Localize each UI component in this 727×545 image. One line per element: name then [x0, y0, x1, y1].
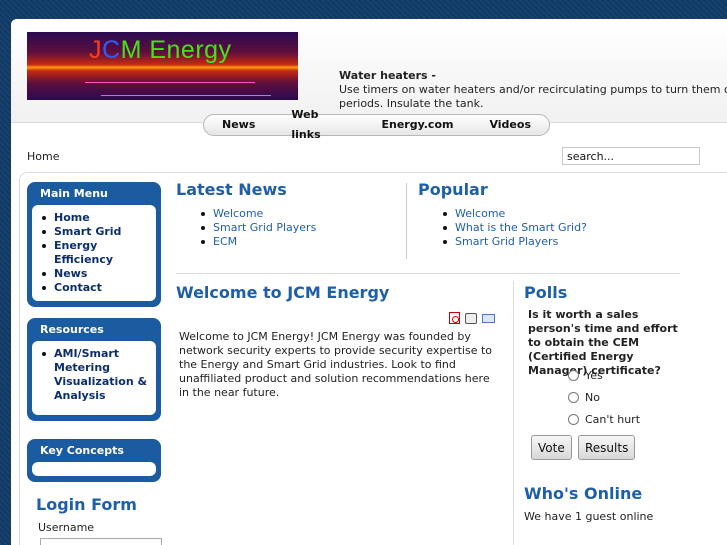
module-title: Main Menu: [40, 187, 108, 200]
news-link[interactable]: Smart Grid Players: [199, 221, 316, 235]
login-form-title: Login Form: [36, 495, 137, 514]
menu-item-news[interactable]: News: [40, 267, 150, 281]
menu-item-home[interactable]: Home: [40, 211, 150, 225]
email-icon[interactable]: [482, 314, 495, 323]
latest-news-list: Welcome Smart Grid Players ECM: [199, 207, 316, 249]
nav-energy-com[interactable]: Energy.com: [363, 115, 471, 135]
article-body: Welcome to JCM Energy! JCM Energy was fo…: [179, 330, 493, 399]
news-link[interactable]: Welcome: [199, 207, 316, 221]
menu-item-energy-efficiency[interactable]: Energy Efficiency: [40, 239, 150, 267]
popular-list: Welcome What is the Smart Grid? Smart Gr…: [441, 207, 587, 249]
resources-list: AMI/Smart Metering Visualization & Analy…: [40, 347, 150, 403]
resources-module: Resources AMI/Smart Metering Visualizati…: [27, 318, 161, 421]
key-concepts-module: Key Concepts: [27, 439, 161, 482]
module-body: Home Smart Grid Energy Efficiency News C…: [32, 205, 156, 301]
menu-item-contact[interactable]: Contact: [40, 281, 150, 295]
username-label: Username: [38, 521, 95, 534]
nav-web-links[interactable]: Web links: [273, 105, 363, 145]
resource-item[interactable]: AMI/Smart Metering Visualization & Analy…: [40, 347, 150, 403]
energy-tip: Water heaters - Use timers on water heat…: [339, 69, 727, 111]
tip-title: Water heaters -: [339, 69, 436, 82]
poll-question: Is it worth a sales person's time and ef…: [528, 308, 678, 377]
top-nav: News Web links Energy.com Videos: [203, 108, 550, 141]
site-logo[interactable]: JCM Energy: [27, 32, 298, 100]
main-menu-list: Home Smart Grid Energy Efficiency News C…: [40, 211, 150, 295]
polls-title: Polls: [524, 283, 568, 302]
main-menu-module: Main Menu Home Smart Grid Energy Efficie…: [27, 182, 161, 307]
whos-online-title: Who's Online: [524, 484, 643, 503]
popular-link[interactable]: Welcome: [441, 207, 587, 221]
tip-line: periods. Insulate the tank.: [339, 97, 484, 110]
popular-title: Popular: [418, 180, 488, 199]
module-title: Resources: [40, 323, 104, 336]
radio-button[interactable]: [568, 370, 579, 381]
nav-news[interactable]: News: [204, 115, 273, 135]
right-column-divider: [513, 281, 514, 545]
module-body: AMI/Smart Metering Visualization & Analy…: [32, 341, 156, 415]
results-button[interactable]: Results: [578, 435, 636, 460]
tip-line: Use timers on water heaters and/or recir…: [339, 83, 727, 96]
article-title[interactable]: Welcome to JCM Energy: [176, 283, 389, 302]
breadcrumb[interactable]: Home: [27, 150, 59, 163]
username-input[interactable]: [40, 538, 162, 545]
header: JCM Energy Water heaters - Use timers on…: [11, 19, 727, 123]
radio-button[interactable]: [568, 414, 579, 425]
module-title: Key Concepts: [40, 444, 124, 457]
poll-option-cant-hurt[interactable]: Can't hurt: [568, 413, 640, 426]
nav-videos[interactable]: Videos: [471, 115, 549, 135]
popular-link[interactable]: What is the Smart Grid?: [441, 221, 587, 235]
section-divider: [176, 273, 680, 274]
poll-option-label: Can't hurt: [585, 413, 641, 426]
pdf-icon[interactable]: [449, 312, 460, 324]
poll-option-label: No: [585, 391, 600, 404]
whos-online-text: We have 1 guest online: [524, 510, 654, 523]
poll-option-label: Yes: [585, 369, 603, 382]
poll-option-no[interactable]: No: [568, 391, 600, 404]
radio-button[interactable]: [568, 392, 579, 403]
search-input[interactable]: [562, 147, 700, 165]
news-link[interactable]: ECM: [199, 235, 316, 249]
poll-option-yes[interactable]: Yes: [568, 369, 603, 382]
print-icon[interactable]: [465, 313, 477, 324]
latest-news-title: Latest News: [176, 180, 287, 199]
module-body: [32, 462, 156, 476]
column-divider: [406, 183, 407, 259]
menu-item-smart-grid[interactable]: Smart Grid: [40, 225, 150, 239]
popular-link[interactable]: Smart Grid Players: [441, 235, 587, 249]
vote-button[interactable]: Vote: [531, 435, 572, 460]
logo-text: JCM Energy: [89, 36, 232, 64]
article-actions: [449, 312, 495, 324]
logo-decoration-line: [101, 95, 271, 96]
logo-decoration-line: [85, 82, 255, 83]
